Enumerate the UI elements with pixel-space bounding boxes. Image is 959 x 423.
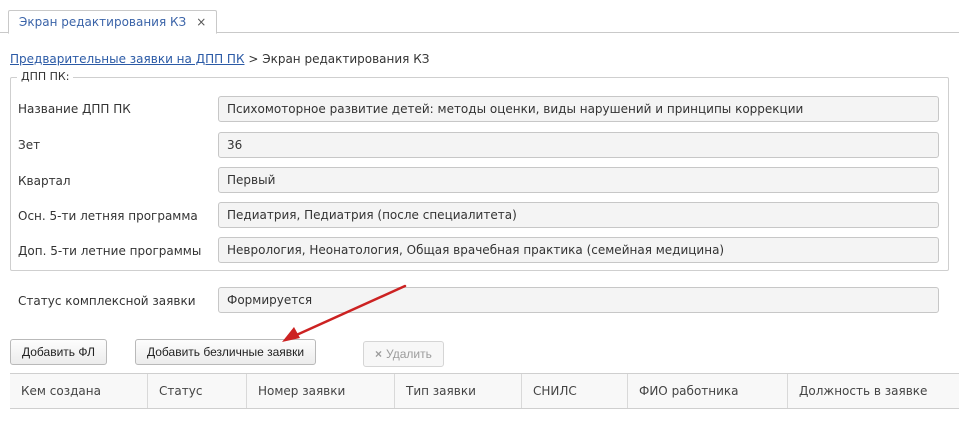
tab-label: Экран редактирования КЗ xyxy=(19,15,187,29)
column-header-request-type[interactable]: Тип заявки xyxy=(395,374,522,408)
tab-bar: Экран редактирования КЗ × xyxy=(0,0,959,34)
quarter-field[interactable]: Первый xyxy=(218,167,939,193)
extra-programs-field[interactable]: Неврология, Неонатология, Общая врачебна… xyxy=(218,237,939,263)
label-dpp-name: Название ДПП ПК xyxy=(18,102,131,116)
column-header-status[interactable]: Статус xyxy=(148,374,247,408)
breadcrumb: Предварительные заявки на ДПП ПК > Экран… xyxy=(10,52,429,66)
status-field[interactable]: Формируется xyxy=(218,287,939,313)
main-program-field[interactable]: Педиатрия, Педиатрия (после специалитета… xyxy=(218,202,939,228)
add-impersonal-button[interactable]: Добавить безличные заявки xyxy=(135,339,317,365)
delete-label: Удалить xyxy=(386,347,432,361)
fieldset-legend: ДПП ПК: xyxy=(17,70,74,83)
label-quarter: Квартал xyxy=(18,174,71,188)
tab-edit-kz[interactable]: Экран редактирования КЗ × xyxy=(8,10,218,34)
requests-grid-header: Кем создана Статус Номер заявки Тип заяв… xyxy=(10,373,959,409)
column-header-snils[interactable]: СНИЛС xyxy=(522,374,628,408)
dpp-name-field[interactable]: Психомоторное развитие детей: методы оце… xyxy=(218,96,939,122)
breadcrumb-link-requests[interactable]: Предварительные заявки на ДПП ПК xyxy=(10,52,244,66)
label-zet: Зет xyxy=(18,138,41,152)
close-icon: × xyxy=(375,347,383,361)
close-icon[interactable]: × xyxy=(196,11,206,33)
column-header-position[interactable]: Должность в заявке xyxy=(788,374,959,408)
breadcrumb-separator: > xyxy=(248,52,259,66)
label-extra-programs: Доп. 5-ти летние программы xyxy=(18,244,202,258)
label-main-program: Осн. 5-ти летняя программа xyxy=(18,209,198,223)
delete-button[interactable]: × Удалить xyxy=(363,341,444,367)
column-header-created-by[interactable]: Кем создана xyxy=(10,374,148,408)
breadcrumb-current: Экран редактирования КЗ xyxy=(262,52,430,66)
column-header-request-number[interactable]: Номер заявки xyxy=(247,374,395,408)
zet-field[interactable]: 36 xyxy=(218,132,939,158)
add-fl-button[interactable]: Добавить ФЛ xyxy=(10,339,107,365)
column-header-employee-name[interactable]: ФИО работника xyxy=(628,374,788,408)
label-status: Статус комплексной заявки xyxy=(18,294,196,308)
